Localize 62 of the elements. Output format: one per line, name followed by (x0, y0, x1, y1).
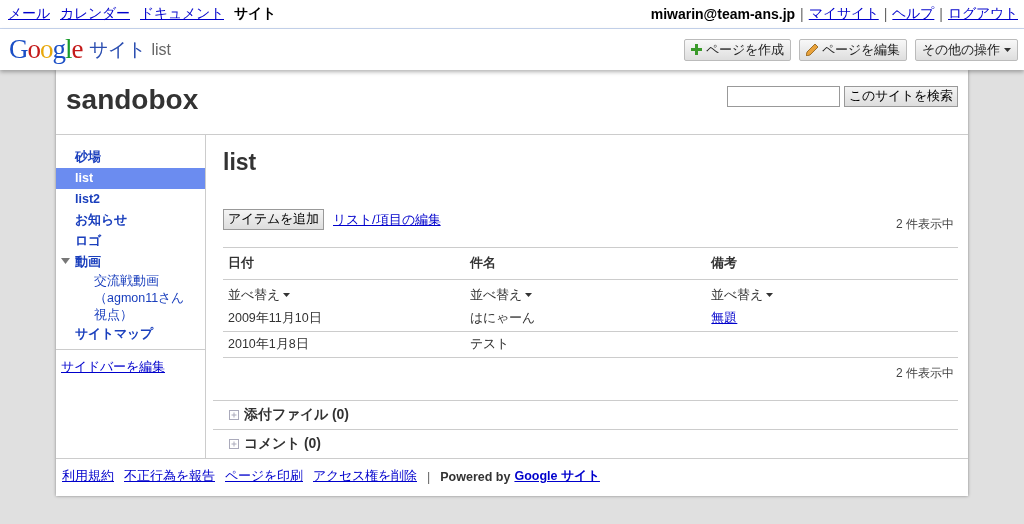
separator: | (883, 6, 888, 22)
item-count: 2 件表示中 (896, 364, 954, 382)
expand-icon[interactable] (229, 439, 239, 449)
search-button[interactable]: このサイトを検索 (844, 86, 958, 107)
table-cell-text: はにゃーん (469, 310, 536, 327)
sidebar-item[interactable]: list2 (56, 189, 205, 210)
page-name: list (151, 40, 172, 59)
column-header: 件名 (469, 255, 497, 272)
table-link[interactable]: 無題 (711, 310, 953, 327)
separator: | (939, 6, 943, 22)
sidebar-item[interactable]: ロゴ (56, 231, 205, 252)
collapse-arrow-icon[interactable] (61, 258, 70, 264)
footer-link[interactable]: 利用規約 (62, 468, 114, 485)
item-count: 2 件表示中 (896, 216, 954, 233)
nav-link[interactable]: サイト (234, 5, 276, 23)
footer-link[interactable]: 不正行為を報告 (124, 468, 215, 485)
section-title[interactable]: 添付ファイル (0) (244, 406, 349, 424)
table-cell-text: 2010年1月8日 (228, 336, 310, 353)
separator: | (427, 469, 431, 484)
user-link[interactable]: ヘルプ (892, 5, 935, 23)
user-email: miwarin@team-ans.jp (650, 6, 796, 22)
google-sites-link[interactable]: Google サイト (514, 468, 600, 485)
caret-icon (1004, 47, 1011, 52)
pencil-icon (806, 43, 818, 56)
nav-link[interactable]: カレンダー (60, 5, 130, 23)
nav-link[interactable]: ドキュメント (140, 5, 224, 23)
sidebar-item[interactable]: お知らせ (56, 210, 205, 231)
search-field[interactable] (727, 86, 840, 107)
footer-link[interactable]: ページを印刷 (225, 468, 303, 485)
sidebar-item[interactable]: サイトマップ (56, 324, 205, 345)
column-header: 備考 (711, 255, 739, 272)
sidebar-item[interactable]: 砂場 (56, 147, 205, 168)
google-logo[interactable]: Google (9, 34, 83, 65)
site-title[interactable]: sandobox (66, 84, 199, 116)
product-name: サイト (88, 37, 146, 62)
nav-link[interactable]: メール (8, 5, 50, 23)
plus-icon (691, 44, 702, 55)
sort-menu[interactable]: 並べ替え (469, 286, 532, 304)
table-cell-text: テスト (469, 336, 510, 353)
sort-menu[interactable]: 並べ替え (228, 286, 290, 304)
caret-icon (766, 293, 774, 297)
section-title[interactable]: コメント (0) (244, 435, 321, 453)
table-cell-text: 2009年11月10日 (228, 310, 323, 327)
add-item-button[interactable]: アイテムを追加 (223, 209, 324, 230)
footer-link[interactable]: アクセス権を削除 (313, 468, 417, 485)
caret-icon (283, 293, 290, 297)
page-title: list (223, 149, 258, 176)
sidebar-item[interactable]: 動画 (56, 252, 205, 273)
create-page-button[interactable]: ページを作成 (684, 38, 791, 61)
edit-sidebar-link[interactable]: サイドバーを編集 (56, 349, 205, 376)
expand-icon[interactable] (229, 410, 239, 420)
separator: | (800, 6, 804, 22)
user-link[interactable]: ログアウト (948, 5, 1018, 23)
powered-by-text: Powered by (440, 469, 511, 484)
sort-menu[interactable]: 並べ替え (711, 286, 774, 304)
edit-page-button[interactable]: ページを編集 (799, 38, 907, 61)
edit-list-link[interactable]: リスト/項目の編集 (333, 210, 441, 229)
column-header: 日付 (228, 255, 255, 272)
sidebar-item[interactable]: 交流戦動画（agmon11さん視点） (56, 273, 205, 324)
caret-icon (524, 293, 532, 297)
more-actions-button[interactable]: その他の操作 (915, 38, 1018, 61)
user-link[interactable]: マイサイト (808, 5, 879, 23)
